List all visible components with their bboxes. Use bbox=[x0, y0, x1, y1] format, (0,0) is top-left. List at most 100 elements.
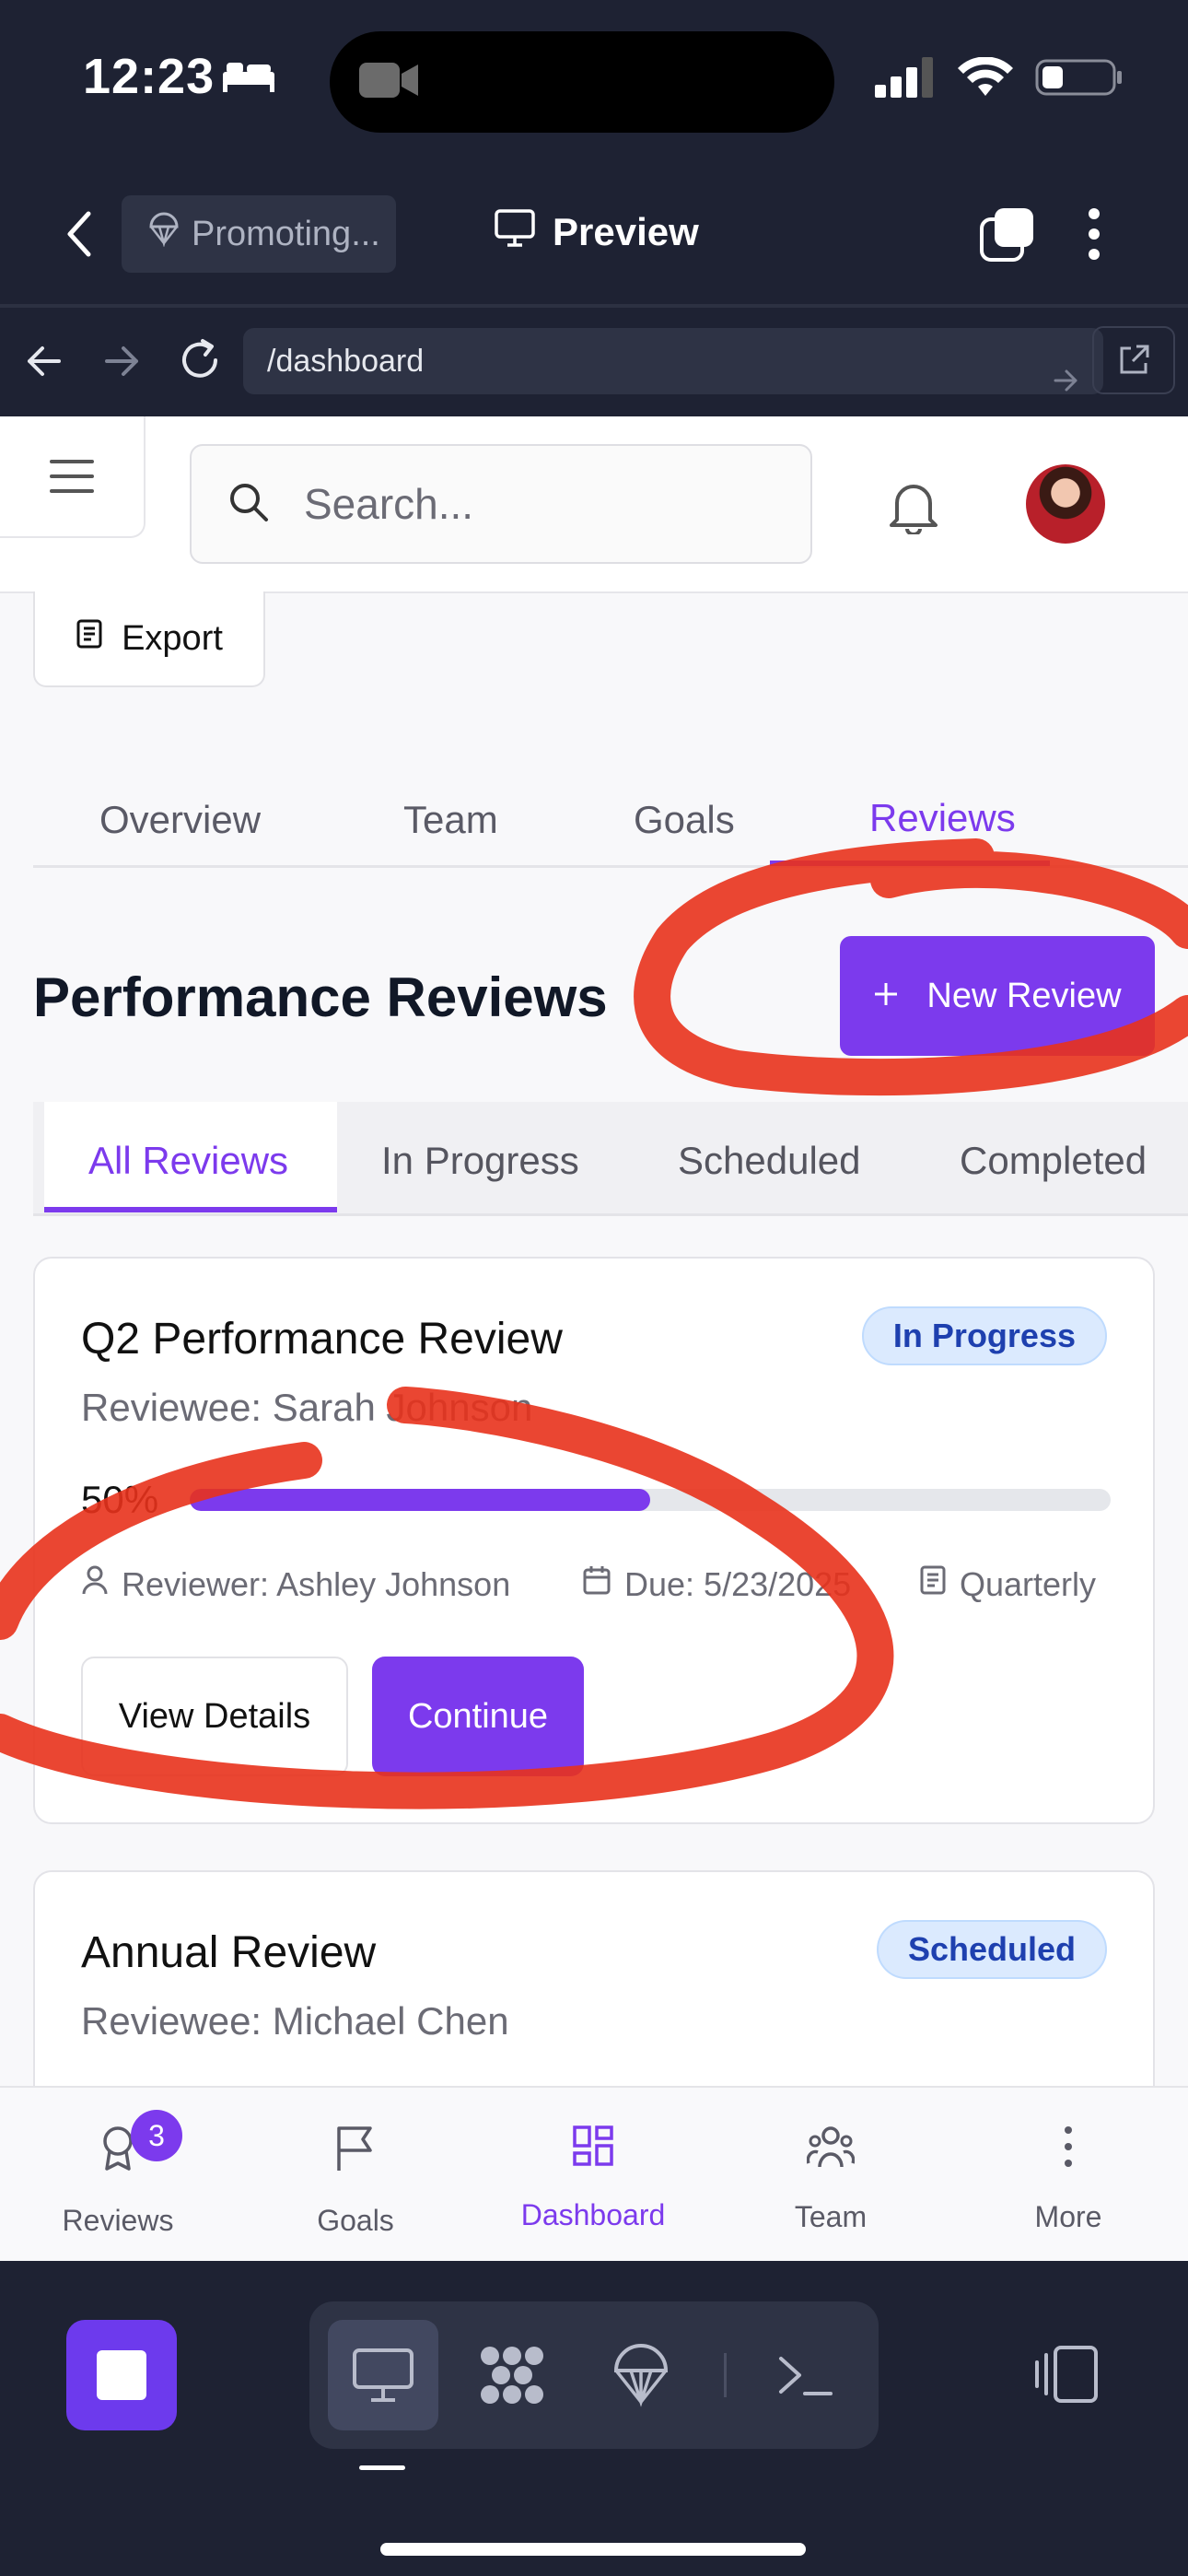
reviewer-meta: Reviewer: Ashley Johnson bbox=[81, 1564, 510, 1604]
section-tabs: Overview Team Goals Reviews bbox=[33, 757, 1188, 868]
menu-button[interactable] bbox=[0, 416, 146, 538]
export-button[interactable]: Export bbox=[33, 591, 265, 687]
web-viewport: Export Overview Team Goals Reviews Perfo… bbox=[0, 416, 1188, 2086]
status-badge: In Progress bbox=[861, 1306, 1107, 1365]
tabs-switcher-icon[interactable] bbox=[978, 206, 1035, 268]
flag-icon bbox=[335, 2125, 376, 2180]
home-indicator bbox=[380, 2543, 806, 2556]
device-rotate-icon[interactable] bbox=[1031, 2344, 1101, 2409]
monitor-icon bbox=[353, 2348, 413, 2402]
search-input[interactable] bbox=[304, 479, 746, 529]
monitor-icon bbox=[494, 208, 536, 256]
back-button[interactable] bbox=[55, 206, 101, 262]
review-card: Annual Review Scheduled Reviewee: Michae… bbox=[33, 1870, 1155, 2086]
dynamic-island bbox=[330, 31, 834, 133]
nav-item-team[interactable]: Team bbox=[739, 2125, 923, 2234]
notification-badge: 3 bbox=[131, 2110, 182, 2161]
due-meta: Due: 5/23/2025 bbox=[582, 1564, 851, 1604]
user-icon bbox=[81, 1564, 109, 1604]
url-text: /dashboard bbox=[267, 343, 425, 379]
filter-tab-all-reviews[interactable]: All Reviews bbox=[88, 1139, 288, 1183]
wifi-icon bbox=[958, 56, 1013, 102]
preview-label: Preview bbox=[553, 210, 699, 253]
app-topbar bbox=[0, 416, 1188, 593]
nav-label: More bbox=[1034, 2200, 1102, 2233]
preview-title: Preview bbox=[494, 208, 699, 256]
arrow-right-icon[interactable] bbox=[101, 341, 142, 386]
tab-reviews[interactable]: Reviews bbox=[869, 796, 1016, 840]
tab-team[interactable]: Team bbox=[403, 798, 498, 842]
more-vertical-icon bbox=[1061, 2125, 1076, 2176]
reload-icon[interactable] bbox=[177, 337, 223, 388]
filter-tab-in-progress[interactable]: In Progress bbox=[381, 1139, 579, 1183]
bell-icon[interactable] bbox=[888, 479, 939, 539]
nav-label: Dashboard bbox=[520, 2198, 666, 2231]
terminal-mode-button[interactable] bbox=[750, 2320, 860, 2430]
new-review-label: New Review bbox=[926, 976, 1122, 1015]
terminal-icon bbox=[779, 2357, 833, 2395]
avatar[interactable] bbox=[1026, 464, 1105, 544]
nav-item-goals[interactable]: Goals bbox=[263, 2125, 448, 2238]
progress-percent: 50% bbox=[81, 1478, 159, 1521]
reviewee-text: Reviewee: Michael Chen bbox=[81, 1999, 509, 2043]
active-mode-indicator bbox=[359, 2465, 405, 2470]
progress-bar-fill bbox=[190, 1489, 650, 1511]
new-review-button[interactable]: New Review bbox=[840, 936, 1155, 1056]
go-arrow-icon[interactable] bbox=[1052, 348, 1079, 403]
status-bar: 12:23 bbox=[0, 0, 1188, 166]
project-name: Promoting... bbox=[192, 214, 380, 253]
battery-icon bbox=[1035, 57, 1124, 102]
tool-dock bbox=[0, 2261, 1188, 2576]
mode-separator bbox=[724, 2353, 727, 2397]
search-box[interactable] bbox=[190, 444, 812, 564]
document-icon bbox=[76, 618, 103, 659]
review-card: Q2 Performance Review In Progress Review… bbox=[33, 1257, 1155, 1824]
deploy-mode-button[interactable] bbox=[586, 2320, 696, 2430]
url-bar: /dashboard bbox=[0, 308, 1188, 416]
tab-overview[interactable]: Overview bbox=[99, 798, 261, 842]
plus-icon bbox=[873, 977, 899, 1016]
open-external-button[interactable] bbox=[1092, 326, 1175, 394]
cycle-meta: Quarterly bbox=[919, 1564, 1096, 1604]
more-vertical-icon[interactable] bbox=[1083, 205, 1105, 268]
preview-mode-button[interactable] bbox=[328, 2320, 438, 2430]
stop-button[interactable] bbox=[66, 2320, 177, 2430]
nav-item-reviews[interactable]: 3 Reviews bbox=[26, 2110, 210, 2238]
search-icon bbox=[228, 482, 269, 527]
nav-label: Goals bbox=[317, 2204, 394, 2237]
review-title: Q2 Performance Review bbox=[81, 1315, 563, 1364]
nav-label: Team bbox=[794, 2200, 868, 2233]
project-chip[interactable]: Promoting... bbox=[122, 195, 396, 273]
reviewer-text: Reviewer: Ashley Johnson bbox=[122, 1564, 511, 1603]
hamburger-icon bbox=[50, 460, 94, 493]
nav-item-more[interactable]: More bbox=[976, 2125, 1160, 2234]
users-icon bbox=[806, 2125, 856, 2176]
url-field[interactable]: /dashboard bbox=[243, 328, 1103, 394]
nav-item-dashboard[interactable]: Dashboard bbox=[501, 2125, 685, 2232]
view-details-button[interactable]: View Details bbox=[81, 1657, 348, 1776]
due-text: Due: 5/23/2025 bbox=[624, 1564, 852, 1603]
status-badge: Scheduled bbox=[876, 1920, 1107, 1979]
continue-button[interactable]: Continue bbox=[372, 1657, 584, 1776]
tab-goals[interactable]: Goals bbox=[634, 798, 735, 842]
status-time: 12:23 bbox=[83, 49, 215, 104]
components-mode-button[interactable] bbox=[457, 2320, 567, 2430]
calendar-icon bbox=[582, 1564, 611, 1604]
page-title: Performance Reviews bbox=[33, 966, 608, 1028]
filter-active-indicator bbox=[44, 1207, 337, 1212]
reviewee-text: Reviewee: Sarah Johnson bbox=[81, 1386, 533, 1429]
bottom-nav: 3 Reviews Goals Dashboard Team More bbox=[0, 2086, 1188, 2261]
review-title: Annual Review bbox=[81, 1928, 377, 1977]
filter-tab-completed[interactable]: Completed bbox=[960, 1139, 1147, 1183]
cellular-signal-icon bbox=[875, 57, 936, 102]
arrow-left-icon[interactable] bbox=[24, 341, 64, 386]
filter-tab-scheduled[interactable]: Scheduled bbox=[678, 1139, 861, 1183]
dashboard-icon bbox=[572, 2125, 614, 2174]
external-link-icon bbox=[1120, 345, 1149, 374]
cycle-text: Quarterly bbox=[960, 1564, 1097, 1603]
document-icon bbox=[919, 1564, 947, 1604]
active-tab-indicator bbox=[770, 861, 1050, 866]
stop-icon bbox=[97, 2350, 146, 2400]
chevron-left-icon bbox=[67, 211, 91, 257]
progress-bar bbox=[190, 1489, 1111, 1511]
